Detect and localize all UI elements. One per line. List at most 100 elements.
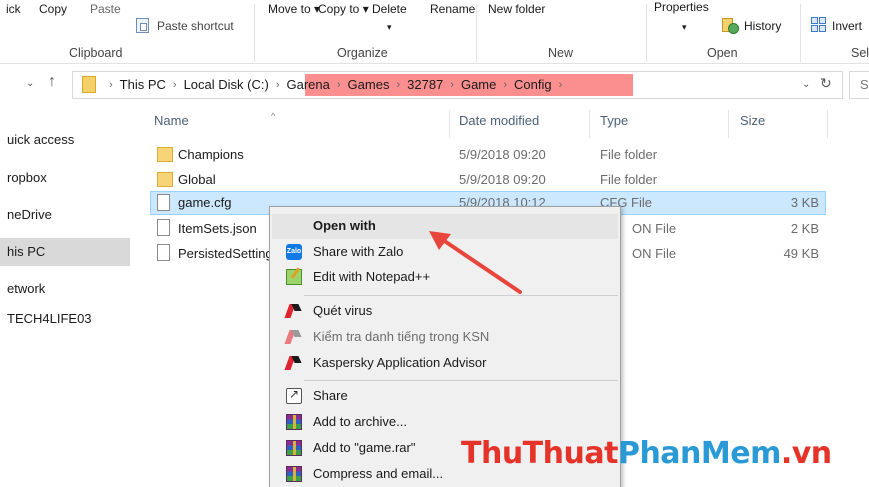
- crumb-game[interactable]: Game: [461, 77, 496, 92]
- invert-selection-icon: [811, 17, 828, 34]
- rename-button[interactable]: Rename: [430, 2, 475, 16]
- ribbon-divider: [800, 4, 801, 62]
- paste-button[interactable]: Paste: [90, 2, 121, 16]
- share-icon: [286, 387, 302, 404]
- delete-button[interactable]: Delete: [372, 2, 407, 16]
- kaspersky-icon: [286, 303, 302, 319]
- sidebar-item-onedrive[interactable]: neDrive: [0, 201, 130, 229]
- menu-separator: [304, 380, 618, 381]
- recent-locations-button[interactable]: ⌄: [26, 78, 34, 89]
- menu-item-share[interactable]: Share: [272, 384, 618, 409]
- crumb-garena[interactable]: Garena: [287, 77, 330, 92]
- column-name[interactable]: Name: [154, 113, 189, 128]
- navigation-pane: uick access ropbox neDrive his PC etwork…: [0, 106, 130, 487]
- chevron-down-icon[interactable]: ⌄: [802, 79, 810, 90]
- menu-item-add-to-archive[interactable]: Add to archive...: [272, 410, 618, 435]
- menu-item-label: Edit with Notepad++: [313, 269, 431, 284]
- menu-item-kaspersky-advisor[interactable]: Kaspersky Application Advisor: [272, 351, 618, 376]
- menu-item-label: Add to "game.rar": [313, 440, 416, 455]
- column-type[interactable]: Type: [600, 113, 628, 128]
- open-group-label: Open: [707, 46, 738, 60]
- copy-button[interactable]: Copy: [39, 2, 67, 16]
- history-button[interactable]: History: [744, 19, 781, 33]
- file-name: ItemSets.json: [178, 221, 257, 236]
- crumb-config[interactable]: Config: [514, 77, 552, 92]
- column-divider[interactable]: [449, 110, 450, 138]
- file-name: PersistedSetting: [178, 246, 273, 261]
- properties-button[interactable]: Properties: [654, 0, 709, 14]
- sidebar-item-tech4life03[interactable]: TECH4LIFE03: [0, 305, 130, 333]
- file-date: 5/9/2018 09:20: [459, 147, 546, 162]
- sort-ascending-icon: ^: [271, 111, 276, 121]
- winrar-icon: [286, 466, 302, 482]
- watermark-logo: ThuThuatPhanMem.vn: [461, 436, 832, 471]
- menu-item-ksn-reputation[interactable]: Kiểm tra danh tiếng trong KSN: [272, 325, 618, 350]
- sidebar-item-this-pc[interactable]: his PC: [0, 238, 130, 266]
- menu-item-label: Kaspersky Application Advisor: [313, 355, 487, 370]
- paste-shortcut-button[interactable]: Paste shortcut: [157, 19, 234, 33]
- crumb-games[interactable]: Games: [348, 77, 390, 92]
- move-to-button[interactable]: Move to ▾: [268, 2, 320, 16]
- file-icon: [157, 194, 170, 211]
- up-arrow-icon[interactable]: ↑: [48, 73, 56, 91]
- breadcrumb: › This PC › Local Disk (C:) › Garena › G…: [109, 77, 563, 92]
- column-headers: Name Date modified Type Size: [130, 110, 869, 138]
- ribbon: ick Copy Paste Paste shortcut Clipboard …: [0, 0, 869, 64]
- organize-group-label: Organize: [337, 46, 388, 60]
- column-divider[interactable]: [827, 110, 828, 138]
- properties-dropdown-caret[interactable]: ▾: [682, 20, 687, 34]
- menu-item-label: Compress and email...: [313, 466, 444, 481]
- sidebar-item-network[interactable]: etwork: [0, 275, 130, 303]
- search-placeholder: S: [860, 77, 869, 92]
- crumb-local-disk[interactable]: Local Disk (C:): [184, 77, 269, 92]
- sidebar-item-dropbox[interactable]: ropbox: [0, 164, 130, 192]
- column-divider[interactable]: [589, 110, 590, 138]
- menu-item-label: Kiểm tra danh tiếng trong KSN: [313, 329, 490, 344]
- refresh-icon[interactable]: ↻: [820, 75, 832, 92]
- new-group-label: New: [548, 46, 574, 60]
- file-date: 5/9/2018 09:20: [459, 172, 546, 187]
- new-folder-button[interactable]: New folder: [488, 2, 545, 16]
- file-type: File folder: [600, 172, 658, 187]
- winrar-icon: [286, 440, 302, 456]
- annotation-arrow-icon: [429, 231, 522, 294]
- file-name: game.cfg: [178, 195, 232, 210]
- file-name: Global: [178, 172, 216, 187]
- file-row-champions[interactable]: Champions 5/9/2018 09:20 File folder: [150, 143, 826, 167]
- ribbon-divider: [254, 4, 255, 62]
- file-name: Champions: [178, 147, 244, 162]
- paste-shortcut-icon: [136, 18, 149, 33]
- crumb-this-pc[interactable]: This PC: [120, 77, 166, 92]
- file-size: 2 KB: [790, 221, 819, 236]
- column-size[interactable]: Size: [740, 113, 765, 128]
- file-type: File folder: [600, 147, 658, 162]
- file-icon: [157, 219, 170, 236]
- select-group-label: Sel: [851, 46, 869, 60]
- folder-icon: [82, 76, 96, 93]
- menu-item-label: Open with: [313, 218, 376, 233]
- invert-selection-button[interactable]: Invert: [832, 19, 862, 33]
- ribbon-divider: [476, 4, 477, 62]
- notepadpp-icon: [286, 269, 302, 285]
- menu-item-label: Share with Zalo: [313, 244, 404, 259]
- column-date-modified[interactable]: Date modified: [459, 113, 539, 128]
- winrar-icon: [286, 414, 302, 430]
- menu-item-label: Add to archive...: [313, 414, 407, 429]
- crumb-32787[interactable]: 32787: [407, 77, 443, 92]
- file-size: 3 KB: [790, 195, 819, 210]
- column-divider[interactable]: [728, 110, 729, 138]
- menu-item-label: Share: [313, 388, 348, 403]
- delete-dropdown-caret[interactable]: ▾: [387, 20, 392, 34]
- kaspersky-icon: [286, 355, 302, 371]
- file-icon: [157, 244, 170, 261]
- kaspersky-icon: [286, 329, 302, 345]
- menu-item-scan-virus[interactable]: Quét virus: [272, 299, 618, 324]
- file-size: 49 KB: [783, 246, 819, 261]
- copy-to-button[interactable]: Copy to ▾: [318, 2, 369, 16]
- sidebar-item-quick-access[interactable]: uick access: [0, 126, 130, 154]
- folder-icon: [157, 147, 173, 162]
- zalo-icon: Zalo: [286, 244, 302, 260]
- file-type: ON File: [632, 221, 677, 236]
- copy-path-button[interactable]: ick: [6, 2, 21, 16]
- file-row-global[interactable]: Global 5/9/2018 09:20 File folder: [150, 168, 826, 192]
